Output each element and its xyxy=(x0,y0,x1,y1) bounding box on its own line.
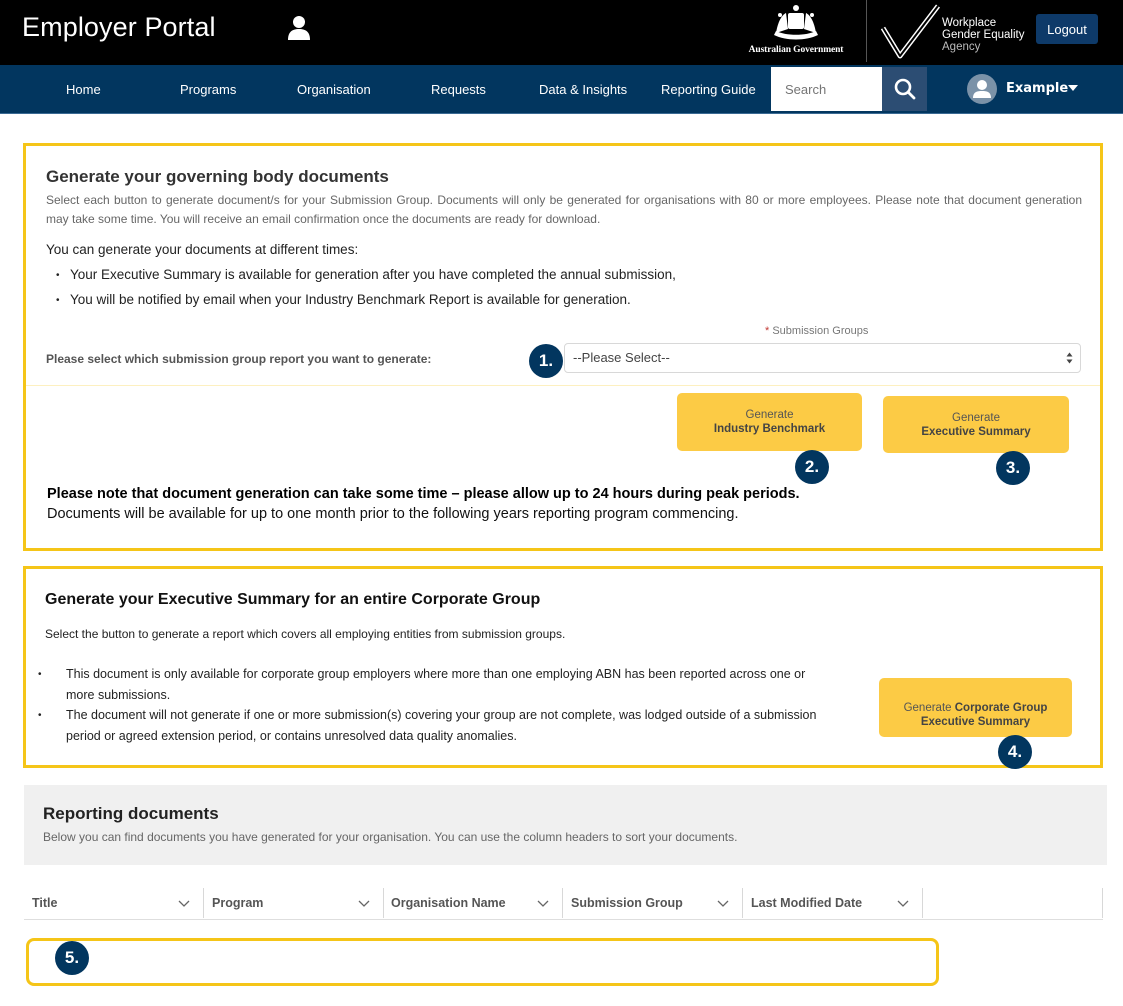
governing-title: Generate your governing body documents xyxy=(46,167,389,186)
submission-groups-label-text: Submission Groups xyxy=(772,325,869,337)
column-header-submission-group[interactable]: Submission Group xyxy=(571,886,741,920)
annotation-badge-5: 5. xyxy=(55,941,89,975)
list-item: You will be notified by email when your … xyxy=(56,290,676,315)
generate-corporate-group-summary-button[interactable]: Generate Corporate Group Executive Summa… xyxy=(879,678,1072,737)
corporate-description: Select the button to generate a report w… xyxy=(45,627,566,641)
nav-programs[interactable]: Programs xyxy=(180,82,236,97)
top-header: Employer Portal Australian Government Wo… xyxy=(0,0,1123,65)
main-navigation: Home Programs Organisation Requests Data… xyxy=(0,65,1123,114)
button-line1: Generate xyxy=(952,411,1000,424)
chevron-down-icon[interactable] xyxy=(717,897,729,909)
wgea-line2: Gender Equality xyxy=(942,29,1025,41)
select-updown-icon xyxy=(1066,352,1073,364)
wgea-line1: Workplace xyxy=(942,17,997,29)
generate-times-intro: You can generate your documents at diffe… xyxy=(46,242,359,257)
nav-reporting-guide[interactable]: Reporting Guide xyxy=(661,82,756,97)
button-bold1: Corporate Group xyxy=(954,701,1048,714)
column-label: Organisation Name xyxy=(391,896,506,910)
documents-table-header: Title Program Organisation Name Submissi… xyxy=(24,886,1103,920)
button-line2: Industry Benchmark xyxy=(713,423,826,435)
generation-time-note: Please note that document generation can… xyxy=(47,486,800,502)
column-separator[interactable] xyxy=(742,888,743,918)
column-label: Title xyxy=(32,896,58,910)
wgea-line3: Agency xyxy=(942,41,981,53)
search-input[interactable] xyxy=(771,67,882,111)
column-separator[interactable] xyxy=(562,888,563,918)
section-divider xyxy=(26,385,1100,386)
column-label: Submission Group xyxy=(571,896,683,910)
corporate-conditions-list: This document is only available for corp… xyxy=(52,664,832,746)
column-label: Program xyxy=(212,896,264,910)
caret-down-icon[interactable] xyxy=(1068,85,1078,91)
annotation-badge-3: 3. xyxy=(996,451,1030,485)
button-bold2: Executive Summary xyxy=(920,715,1031,728)
generate-executive-summary-button[interactable]: Generate Executive Summary xyxy=(883,396,1069,453)
column-header-program[interactable]: Program xyxy=(212,886,382,920)
column-header-title[interactable]: Title xyxy=(32,886,202,920)
required-marker: * xyxy=(765,325,770,337)
australian-government-logo: Australian Government xyxy=(742,3,850,59)
user-menu-name[interactable]: Example xyxy=(1006,81,1068,96)
column-label: Last Modified Date xyxy=(751,896,863,910)
chevron-down-icon[interactable] xyxy=(897,897,909,909)
corporate-title: Generate your Executive Summary for an e… xyxy=(45,591,541,608)
chevron-down-icon[interactable] xyxy=(178,897,190,909)
reporting-title: Reporting documents xyxy=(43,804,219,823)
logo-divider xyxy=(866,0,867,62)
list-item: Your Executive Summary is available for … xyxy=(56,265,676,290)
generate-times-list: Your Executive Summary is available for … xyxy=(56,265,676,315)
chevron-down-icon[interactable] xyxy=(537,897,549,909)
person-icon[interactable] xyxy=(287,15,311,41)
button-line2: Executive Summary xyxy=(921,425,1031,438)
column-separator xyxy=(1102,888,1103,918)
coat-of-arms-icon xyxy=(774,5,818,40)
chevron-down-icon[interactable] xyxy=(358,897,370,909)
list-item: The document will not generate if one or… xyxy=(52,705,832,746)
nav-requests[interactable]: Requests xyxy=(431,82,486,97)
select-prompt: Please select which submission group rep… xyxy=(46,352,432,366)
wgea-logo: Workplace Gender Equality Agency xyxy=(880,4,1030,60)
submission-group-select[interactable]: --Please Select-- xyxy=(564,343,1081,373)
reporting-description: Below you can find documents you have ge… xyxy=(43,830,738,844)
button-prefix: Generate xyxy=(903,701,955,714)
column-separator[interactable] xyxy=(383,888,384,918)
list-item: This document is only available for corp… xyxy=(52,664,832,705)
annotation-badge-4: 4. xyxy=(998,735,1032,769)
user-avatar[interactable] xyxy=(967,74,997,104)
availability-note: Documents will be available for up to on… xyxy=(47,506,739,522)
button-line1: Generate xyxy=(745,409,794,421)
select-value: --Please Select-- xyxy=(573,350,670,365)
column-separator[interactable] xyxy=(922,888,923,918)
submission-groups-label: * Submission Groups xyxy=(765,325,868,337)
avatar-person-icon xyxy=(973,80,991,98)
column-header-last-modified[interactable]: Last Modified Date xyxy=(751,886,921,920)
logout-button[interactable]: Logout xyxy=(1036,14,1098,44)
search-button[interactable] xyxy=(882,67,927,111)
gov-logo-text: Australian Government xyxy=(748,45,844,55)
nav-data-insights[interactable]: Data & Insights xyxy=(539,82,627,97)
reporting-documents-panel: Reporting documents Below you can find d… xyxy=(24,785,1107,865)
annotation-badge-1: 1. xyxy=(529,344,563,378)
column-separator[interactable] xyxy=(203,888,204,918)
governing-description: Select each button to generate document/… xyxy=(46,193,1082,226)
documents-row-highlight xyxy=(26,938,939,986)
nav-organisation[interactable]: Organisation xyxy=(297,82,371,97)
portal-title: Employer Portal xyxy=(22,12,216,42)
generate-industry-benchmark-button[interactable]: Generate Industry Benchmark xyxy=(677,393,862,451)
annotation-badge-2: 2. xyxy=(795,450,829,484)
magnifier-icon xyxy=(894,78,915,100)
column-header-organisation-name[interactable]: Organisation Name xyxy=(391,886,561,920)
nav-home[interactable]: Home xyxy=(66,82,101,97)
checkmark-logo-icon xyxy=(880,4,940,59)
